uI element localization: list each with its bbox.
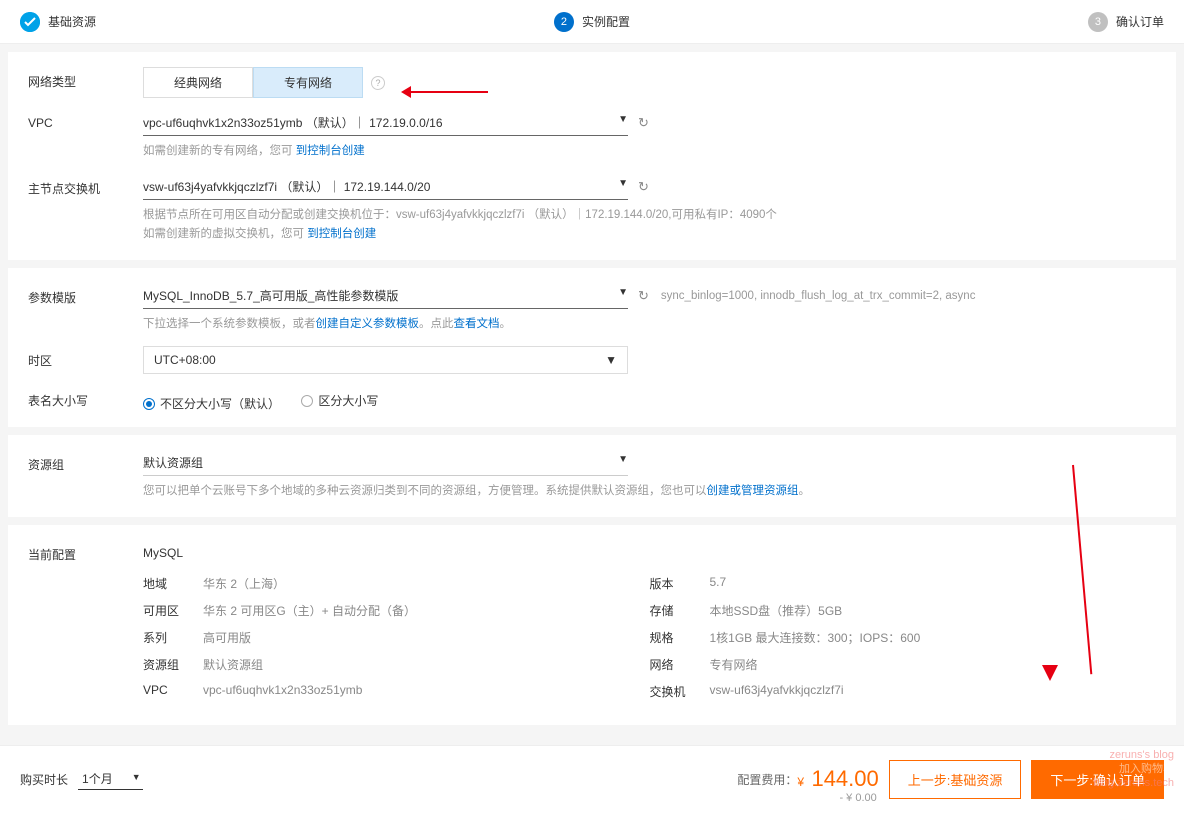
prev-step-button[interactable]: 上一步:基础资源 — [889, 760, 1022, 799]
template-hint-suf: 。 — [500, 318, 512, 330]
step-number-icon: 2 — [554, 12, 574, 32]
cfg-rg-k: 资源组 — [143, 656, 203, 673]
cfg-zone-v: 华东 2 可用区G（主）+ 自动分配（备） — [203, 602, 650, 619]
caret-down-icon: ▼ — [618, 114, 628, 131]
cfg-series-k: 系列 — [143, 629, 203, 646]
cfg-net-v: 专有网络 — [710, 656, 1157, 673]
refresh-icon[interactable]: ↻ — [638, 115, 649, 131]
template-select-value: MySQL_InnoDB_5.7_高可用版_高性能参数模版 — [143, 287, 398, 304]
cfg-ver-k: 版本 — [650, 575, 710, 592]
label-vpc: VPC — [28, 110, 143, 130]
caret-down-icon: ▼ — [618, 287, 628, 304]
radio-label: 区分大小写 — [318, 392, 378, 409]
template-select[interactable]: MySQL_InnoDB_5.7_高可用版_高性能参数模版 ▼ — [143, 283, 628, 309]
resgroup-hint: 您可以把单个云账号下多个地域的多种云资源归类到不同的资源组，方便管理。系统提供默… — [143, 485, 707, 497]
caret-down-icon: ▼ — [605, 353, 617, 367]
price-symbol: ¥ — [797, 775, 804, 789]
price-save: - ¥ 0.00 — [839, 792, 876, 804]
label-resgroup: 资源组 — [28, 450, 143, 473]
vswitch-create-link[interactable]: 到控制台创建 — [307, 228, 376, 240]
step-confirm[interactable]: 3 确认订单 — [1088, 12, 1164, 32]
tablecase-sensitive-radio[interactable]: 区分大小写 — [301, 392, 378, 409]
step-bar: 基础资源 2 实例配置 3 确认订单 — [0, 0, 1184, 44]
caret-down-icon: ▼ — [132, 772, 141, 782]
cfg-net-k: 网络 — [650, 656, 710, 673]
vpc-hint: 如需创建新的专有网络，您可 — [143, 145, 293, 157]
panel-params: 参数模版 MySQL_InnoDB_5.7_高可用版_高性能参数模版 ▼ ↻ s… — [8, 268, 1176, 428]
label-timezone: 时区 — [28, 346, 143, 369]
label-template: 参数模版 — [28, 283, 143, 306]
cfg-vpc-k: VPC — [143, 683, 203, 697]
caret-down-icon: ▼ — [618, 178, 628, 195]
panel-resource-group: 资源组 默认资源组 ▼ 您可以把单个云账号下多个地域的多种云资源归类到不同的资源… — [8, 435, 1176, 517]
help-icon[interactable]: ? — [371, 76, 385, 90]
label-current: 当前配置 — [28, 540, 143, 563]
cfg-stor-v: 本地SSD盘（推荐）5GB — [710, 602, 1157, 619]
label-tablecase: 表名大小写 — [28, 386, 143, 409]
cfg-region-k: 地域 — [143, 575, 203, 592]
price-value: 144.00 — [811, 766, 878, 791]
cost-label: 配置费用： — [737, 771, 797, 788]
vpc-select-value: vpc-uf6uqhvk1x2n33oz51ymb （默认）｜ 172.19.0… — [143, 114, 443, 131]
cfg-spec-k: 规格 — [650, 629, 710, 646]
resgroup-value: 默认资源组 — [143, 454, 203, 471]
step-basic[interactable]: 基础资源 — [20, 12, 96, 32]
cfg-vsw-v: vsw-uf63j4yafvkkjqczlzf7i — [710, 683, 1157, 700]
tablecase-insensitive-radio[interactable]: 不区分大小写（默认） — [143, 395, 280, 412]
network-classic-button[interactable]: 经典网络 — [143, 67, 253, 98]
vpc-create-link[interactable]: 到控制台创建 — [296, 145, 365, 157]
panel-network: 网络类型 经典网络 专有网络 ? VPC vpc-uf6uqhvk1x2n33o… — [8, 52, 1176, 260]
cfg-region-v: 华东 2（上海） — [203, 575, 650, 592]
watermark-line: blog.zeruns.tech — [1093, 776, 1174, 790]
label-network-type: 网络类型 — [28, 67, 143, 90]
radio-icon — [301, 395, 313, 407]
template-hint-mid: 。点此 — [419, 318, 454, 330]
cfg-spec-v: 1核1GB 最大连接数：300；IOPS：600 — [710, 629, 1157, 646]
template-create-link[interactable]: 创建自定义参数模板 — [316, 318, 420, 330]
cfg-vpc-v: vpc-uf6uqhvk1x2n33oz51ymb — [203, 683, 650, 697]
refresh-icon[interactable]: ↻ — [638, 288, 649, 304]
resgroup-manage-link[interactable]: 创建或管理资源组 — [707, 485, 799, 497]
vswitch-select-value: vsw-uf63j4yafvkkjqczlzf7i （默认）｜ 172.19.1… — [143, 178, 430, 195]
vswitch-hint2: 如需创建新的虚拟交换机，您可 — [143, 228, 304, 240]
vpc-select[interactable]: vpc-uf6uqhvk1x2n33oz51ymb （默认）｜ 172.19.0… — [143, 110, 628, 136]
step-label: 实例配置 — [582, 13, 630, 30]
template-hint: 下拉选择一个系统参数模板，或者 — [143, 318, 316, 330]
current-product: MySQL — [143, 540, 1156, 560]
duration-value: 1个月 — [82, 772, 113, 786]
watermark-line: zeruns's blog — [1093, 748, 1174, 762]
watermark: zeruns's blog 加入购物车 blog.zeruns.tech — [1093, 748, 1174, 791]
caret-down-icon: ▼ — [618, 454, 628, 471]
step-label: 基础资源 — [48, 13, 96, 30]
cfg-rg-v: 默认资源组 — [203, 656, 650, 673]
resgroup-hint-suf: 。 — [799, 485, 811, 497]
radio-label: 不区分大小写（默认） — [160, 395, 280, 412]
step-label: 确认订单 — [1116, 13, 1164, 30]
template-side-text: sync_binlog=1000, innodb_flush_log_at_tr… — [661, 290, 976, 302]
label-vswitch: 主节点交换机 — [28, 174, 143, 197]
timezone-value: UTC+08:00 — [154, 353, 216, 367]
resgroup-select[interactable]: 默认资源组 ▼ — [143, 450, 628, 476]
add-cart-text: 加入购物车 — [1119, 763, 1174, 775]
label-duration: 购买时长 — [20, 771, 68, 788]
cfg-zone-k: 可用区 — [143, 602, 203, 619]
cfg-series-v: 高可用版 — [203, 629, 650, 646]
step-instance[interactable]: 2 实例配置 — [554, 12, 630, 32]
cfg-stor-k: 存储 — [650, 602, 710, 619]
duration-select[interactable]: 1个月 ▼ — [78, 768, 143, 790]
cfg-vsw-k: 交换机 — [650, 683, 710, 700]
timezone-select[interactable]: UTC+08:00 ▼ — [143, 346, 628, 374]
radio-icon — [143, 398, 155, 410]
step-number-icon: 3 — [1088, 12, 1108, 32]
footer-bar: 购买时长 1个月 ▼ 配置费用： ¥ 144.00 - ¥ 0.00 上一步:基… — [0, 745, 1184, 813]
panel-current-config: 当前配置 MySQL 地域华东 2（上海） 可用区华东 2 可用区G（主）+ 自… — [8, 525, 1176, 725]
refresh-icon[interactable]: ↻ — [638, 179, 649, 195]
vswitch-select[interactable]: vsw-uf63j4yafvkkjqczlzf7i （默认）｜ 172.19.1… — [143, 174, 628, 200]
template-doc-link[interactable]: 查看文档 — [454, 318, 500, 330]
cfg-ver-v: 5.7 — [710, 575, 1157, 592]
vswitch-hint1: 根据节点所在可用区自动分配或创建交换机位于：vsw-uf63j4yafvkkjq… — [143, 206, 1156, 226]
check-icon — [20, 12, 40, 32]
network-vpc-button[interactable]: 专有网络 — [253, 67, 363, 98]
